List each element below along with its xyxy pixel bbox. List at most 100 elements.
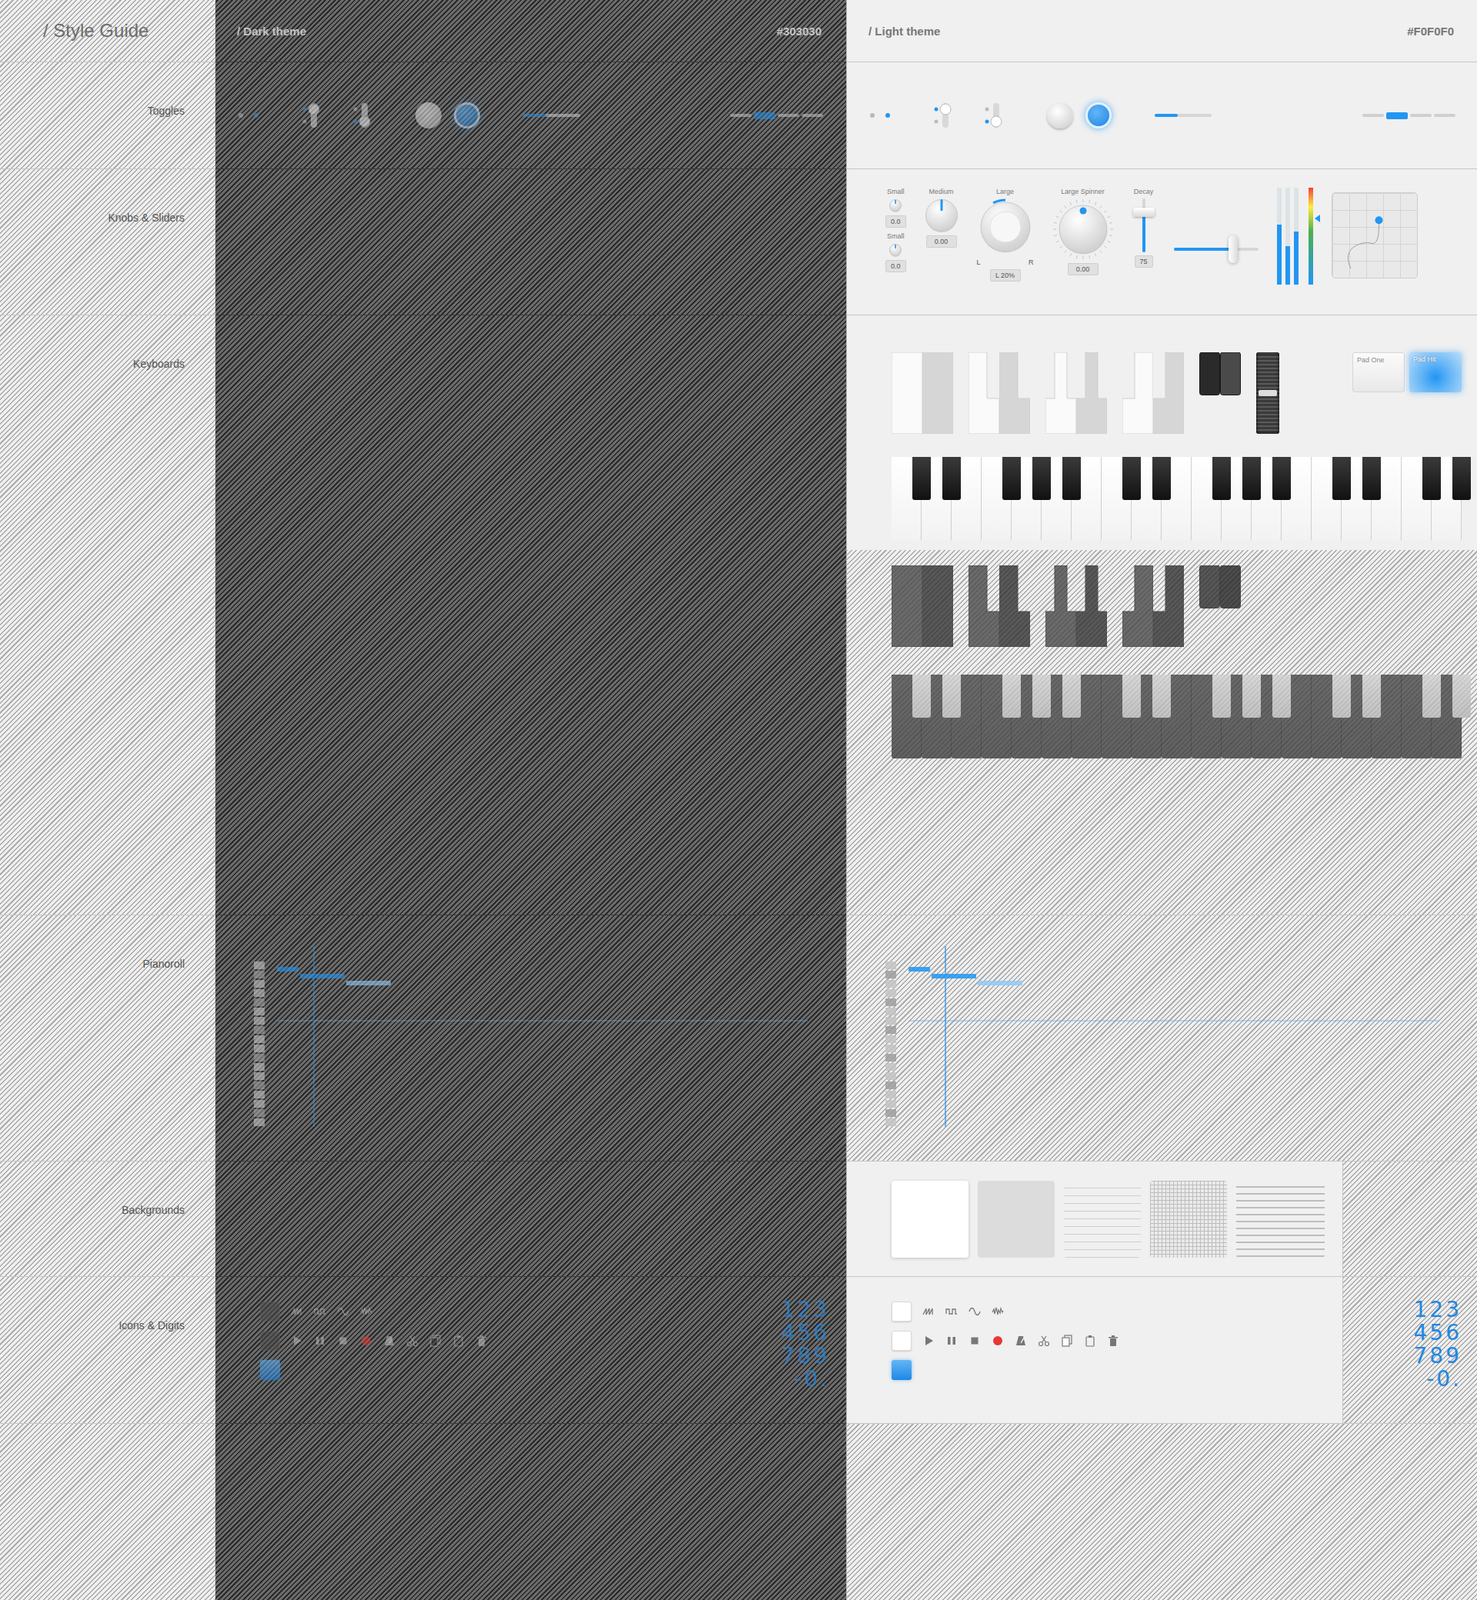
- segment[interactable]: [777, 113, 800, 117]
- pianoroll-grid-icon[interactable]: [253, 946, 808, 1154]
- knob[interactable]: [976, 198, 1034, 256]
- paste-icon[interactable]: [452, 1334, 465, 1347]
- piano-black-key[interactable]: [1332, 456, 1351, 501]
- background-tile[interactable]: [1236, 1180, 1325, 1258]
- piano-black-key[interactable]: [1122, 456, 1141, 501]
- black-key[interactable]: [1199, 565, 1221, 609]
- cut-icon[interactable]: [406, 1334, 419, 1347]
- toggle-switch[interactable]: [983, 100, 1004, 131]
- segment[interactable]: [730, 113, 752, 117]
- check-box[interactable]: [260, 1360, 281, 1381]
- piano-black-key[interactable]: [1002, 674, 1021, 718]
- piano-black-key[interactable]: [1032, 456, 1051, 501]
- knob[interactable]: [888, 198, 903, 213]
- white-key[interactable]: [999, 565, 1031, 647]
- pianoroll-grid-icon[interactable]: [885, 946, 1440, 1154]
- toggle-switch[interactable]: [352, 100, 373, 131]
- record-icon[interactable]: [991, 1334, 1004, 1347]
- piano-black-key[interactable]: [1152, 674, 1171, 718]
- black-key[interactable]: [1199, 352, 1221, 396]
- segment[interactable]: [1362, 113, 1384, 117]
- stop-icon[interactable]: [336, 1334, 350, 1347]
- drum-pad[interactable]: Pad Hit: [1409, 352, 1462, 393]
- xy-pad[interactable]: [1331, 192, 1418, 279]
- piano-black-key[interactable]: [1242, 674, 1261, 718]
- white-key[interactable]: [968, 565, 1000, 647]
- white-key[interactable]: [1153, 565, 1184, 647]
- piano-black-key[interactable]: [1362, 674, 1381, 718]
- play-icon[interactable]: [290, 1334, 304, 1347]
- pause-icon[interactable]: [945, 1334, 958, 1347]
- white-key[interactable]: [1045, 565, 1077, 647]
- noise-icon[interactable]: [360, 1305, 373, 1318]
- knob-value[interactable]: L 20%: [990, 269, 1021, 282]
- round-button[interactable]: [453, 102, 481, 129]
- piano-black-key[interactable]: [1212, 456, 1231, 501]
- black-key[interactable]: [1220, 565, 1241, 609]
- piano-black-key[interactable]: [1002, 456, 1021, 501]
- record-icon[interactable]: [360, 1334, 373, 1347]
- metronome-icon[interactable]: [1014, 1334, 1027, 1347]
- square-icon[interactable]: [313, 1305, 327, 1318]
- fader-value[interactable]: 75: [1134, 255, 1154, 268]
- check-box[interactable]: [260, 1301, 281, 1322]
- knob-value[interactable]: 0.00: [1067, 263, 1099, 276]
- white-key[interactable]: [891, 352, 923, 434]
- pause-icon[interactable]: [313, 1334, 327, 1347]
- horizontal-slider[interactable]: [1173, 235, 1259, 264]
- indicator-dot[interactable]: [253, 113, 259, 118]
- white-key[interactable]: [1076, 352, 1107, 434]
- white-key[interactable]: [891, 565, 923, 647]
- background-tile[interactable]: [1063, 1180, 1141, 1258]
- piano-black-key[interactable]: [1272, 456, 1291, 501]
- saw-icon[interactable]: [922, 1305, 935, 1318]
- saw-icon[interactable]: [290, 1305, 304, 1318]
- piano-black-key[interactable]: [1122, 674, 1141, 718]
- noise-icon[interactable]: [991, 1305, 1004, 1318]
- white-key[interactable]: [999, 352, 1031, 434]
- sine-icon[interactable]: [968, 1305, 981, 1318]
- paste-icon[interactable]: [1083, 1334, 1097, 1347]
- piano-black-key[interactable]: [912, 674, 931, 718]
- piano-black-key[interactable]: [1212, 674, 1231, 718]
- piano-black-key[interactable]: [1032, 674, 1051, 718]
- segment[interactable]: [801, 113, 824, 117]
- wheel-thumb[interactable]: [1258, 390, 1277, 397]
- cut-icon[interactable]: [1037, 1334, 1051, 1347]
- piano-black-key[interactable]: [1062, 674, 1081, 718]
- copy-icon[interactable]: [1060, 1334, 1074, 1347]
- white-key[interactable]: [1153, 352, 1184, 434]
- indicator-dot[interactable]: [870, 113, 875, 118]
- piano-black-key[interactable]: [1242, 456, 1261, 501]
- piano-black-key[interactable]: [942, 674, 961, 718]
- segment[interactable]: [1433, 113, 1456, 117]
- piano-black-key[interactable]: [1422, 674, 1441, 718]
- round-button[interactable]: [415, 102, 442, 129]
- segment[interactable]: [1386, 112, 1408, 120]
- play-icon[interactable]: [922, 1334, 935, 1347]
- mini-slider[interactable]: [523, 113, 581, 117]
- piano-black-key[interactable]: [1362, 456, 1381, 501]
- check-box[interactable]: [260, 1330, 281, 1351]
- knob-value[interactable]: 0.0: [885, 260, 907, 273]
- piano-black-key[interactable]: [1062, 456, 1081, 501]
- drum-pad[interactable]: Pad One: [1352, 352, 1405, 393]
- white-key[interactable]: [1122, 352, 1154, 434]
- background-tile[interactable]: [1150, 1180, 1227, 1258]
- toggle-switch[interactable]: [933, 100, 954, 131]
- delete-icon[interactable]: [1106, 1334, 1120, 1347]
- segment[interactable]: [753, 112, 776, 120]
- sine-icon[interactable]: [336, 1305, 350, 1318]
- piano-black-key[interactable]: [1422, 456, 1441, 501]
- piano-black-key[interactable]: [1452, 456, 1471, 501]
- fader-track[interactable]: [1132, 198, 1156, 253]
- piano-black-key[interactable]: [942, 456, 961, 501]
- white-key[interactable]: [1076, 565, 1107, 647]
- knob-value[interactable]: 0.00: [926, 235, 957, 248]
- stop-icon[interactable]: [968, 1334, 981, 1347]
- segment[interactable]: [1410, 113, 1432, 117]
- piano-black-key[interactable]: [1452, 674, 1471, 718]
- metronome-icon[interactable]: [383, 1334, 396, 1347]
- piano-black-key[interactable]: [912, 456, 931, 501]
- background-tile[interactable]: [891, 1180, 969, 1258]
